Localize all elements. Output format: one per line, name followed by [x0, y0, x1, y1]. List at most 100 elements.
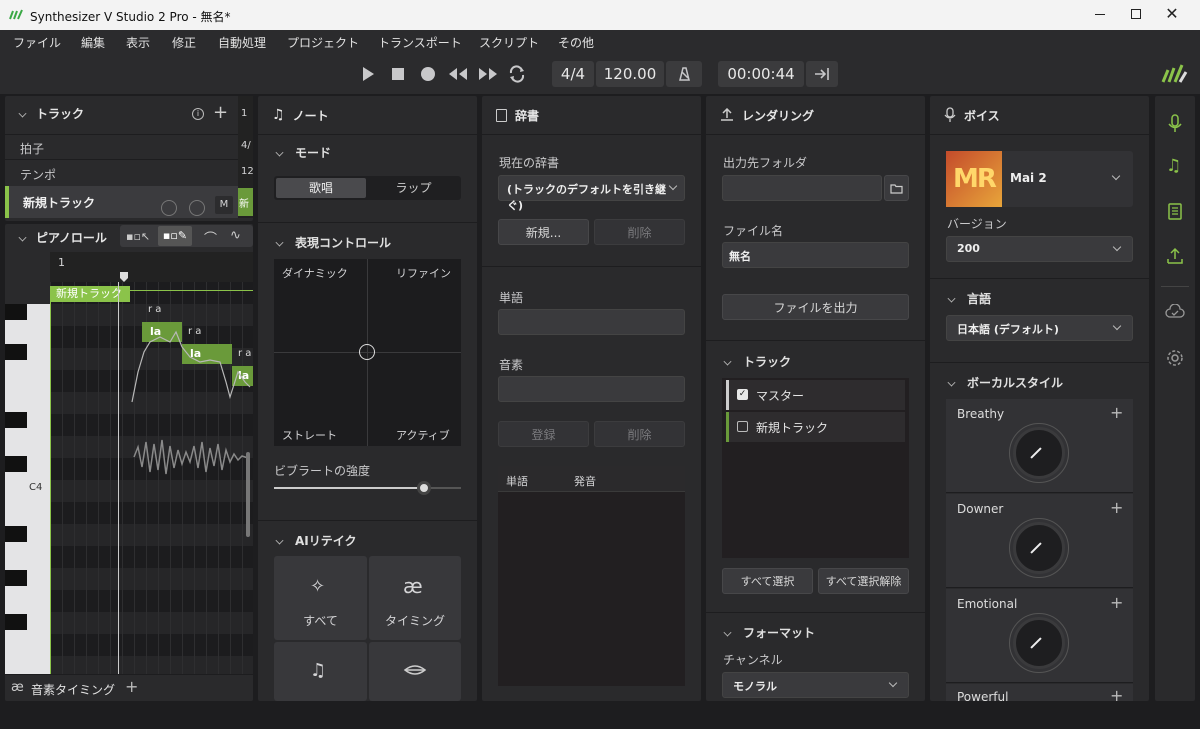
track-row[interactable]: 新規トラック M [5, 186, 253, 218]
mode-sing-button[interactable]: 歌唱 [276, 178, 366, 198]
menu-transport[interactable]: トランスポート [378, 34, 462, 51]
current-dict-select[interactable]: (トラックのデフォルトを引き継ぐ) [498, 175, 685, 212]
retake-all-button[interactable]: ✧ すべて [274, 556, 367, 640]
menu-view[interactable]: 表示 [126, 34, 150, 51]
play-icon[interactable] [360, 65, 376, 83]
microphone-icon[interactable] [1167, 114, 1183, 134]
piano-keyboard[interactable]: C4 [5, 304, 50, 674]
vibrato-slider[interactable] [274, 481, 461, 495]
loop-icon[interactable] [507, 65, 527, 83]
checkbox-checked-icon[interactable]: ✓ [737, 389, 748, 400]
menu-modify[interactable]: 修正 [172, 34, 196, 51]
add-style-icon[interactable]: + [1110, 593, 1123, 612]
expression-section-label: 表現コントロール [295, 236, 392, 250]
mode-rap-button[interactable]: ラップ [368, 178, 459, 198]
render-track-row[interactable]: ✓ マスター [726, 380, 905, 410]
mode-section[interactable]: モード [275, 144, 331, 161]
word-input[interactable] [498, 309, 685, 335]
pen-tool-icon[interactable]: ▪▫✎ [158, 226, 192, 246]
metronome-button[interactable] [666, 61, 702, 87]
menu-script[interactable]: スクリプト [479, 34, 539, 51]
version-select[interactable]: 200 [946, 236, 1133, 262]
menu-file[interactable]: ファイル [13, 34, 61, 51]
format-section[interactable]: フォーマット [723, 624, 815, 641]
retake-section[interactable]: AIリテイク [275, 532, 357, 549]
note-grid[interactable]: 新規トラック r a la r a la r a la [50, 282, 253, 674]
delete-dict-button[interactable]: 削除 [594, 219, 685, 245]
voice-select[interactable]: MR Mai 2 [946, 151, 1133, 207]
delete-word-button[interactable]: 削除 [594, 421, 685, 447]
fast-forward-icon[interactable] [477, 66, 499, 82]
channel-select[interactable]: モノラル [722, 672, 909, 698]
style-knob[interactable] [1013, 427, 1065, 479]
collapse-chevron-icon[interactable] [18, 109, 27, 117]
gear-icon[interactable] [1166, 349, 1184, 367]
language-select[interactable]: 日本語 (デフォルト) [946, 315, 1133, 341]
menu-project[interactable]: プロジェクト [287, 34, 359, 51]
maximize-icon[interactable] [1126, 4, 1146, 24]
expression-section[interactable]: 表現コントロール [275, 234, 392, 251]
close-icon[interactable]: ✕ [1162, 4, 1182, 24]
add-style-icon[interactable]: + [1110, 403, 1123, 422]
style-knob[interactable] [1013, 617, 1065, 669]
menu-edit[interactable]: 編集 [81, 34, 105, 51]
minimize-icon[interactable] [1090, 4, 1110, 24]
phoneme-input[interactable] [498, 376, 685, 402]
add-style-icon[interactable]: + [1110, 686, 1123, 701]
vibrato-slider-thumb[interactable] [416, 481, 431, 495]
upload-icon[interactable] [1167, 247, 1183, 265]
export-file-button[interactable]: ファイルを出力 [722, 294, 909, 320]
vertical-scrollbar[interactable] [246, 452, 250, 537]
deselect-all-button[interactable]: すべて選択解除 [818, 568, 909, 594]
retake-timing-button[interactable]: æ タイミング [369, 556, 461, 640]
add-tab-icon[interactable]: + [125, 677, 138, 696]
menu-auto-process[interactable]: 自動処理 [218, 34, 266, 51]
tempo-display[interactable]: 120.00 [596, 61, 664, 87]
checkbox-unchecked-icon[interactable] [737, 421, 748, 432]
style-name: Powerful [957, 690, 1009, 701]
record-icon[interactable] [419, 65, 437, 83]
mute-button[interactable]: M [215, 196, 233, 214]
select-all-button[interactable]: すべて選択 [722, 568, 813, 594]
menu-other[interactable]: その他 [558, 34, 594, 51]
time-ruler[interactable]: 1 [50, 252, 253, 282]
phoneme-timing-tab[interactable]: 音素タイミング [31, 681, 115, 698]
vocal-style-section[interactable]: ボーカルスタイル [947, 374, 1063, 391]
filename-input[interactable]: 無名 [722, 242, 909, 268]
book-icon[interactable] [1167, 203, 1183, 221]
stop-icon[interactable] [390, 66, 406, 82]
add-style-icon[interactable]: + [1110, 498, 1123, 517]
xy-cursor-handle[interactable] [359, 344, 375, 360]
dictionary-table[interactable]: 単語 発音 [498, 466, 685, 686]
new-dict-button[interactable]: 新規... [498, 219, 589, 245]
app-logo-icon [9, 9, 23, 20]
collapse-chevron-icon[interactable] [18, 233, 27, 241]
rewind-icon[interactable] [447, 66, 469, 82]
select-tool-icon[interactable]: ▪▫↖ [126, 230, 150, 243]
music-note-icon[interactable]: ♫ [1166, 156, 1181, 176]
pan-knob[interactable] [189, 200, 205, 216]
row-tempo: テンポ [20, 168, 57, 182]
playhead-marker-icon[interactable] [120, 272, 128, 282]
info-icon[interactable]: i [192, 108, 204, 120]
time-signature[interactable]: 4/4 [552, 61, 594, 87]
cloud-check-icon[interactable] [1165, 304, 1185, 320]
expression-xy-pad[interactable]: ダイナミック リファイン ストレート アクティブ [274, 259, 461, 446]
language-section[interactable]: 言語 [947, 290, 991, 307]
output-folder-input[interactable] [722, 175, 882, 201]
render-track-section[interactable]: トラック [723, 353, 791, 370]
register-button[interactable]: 登録 [498, 421, 589, 447]
curve-tool-icon[interactable]: ⌒ [204, 228, 217, 247]
browse-folder-button[interactable] [884, 175, 909, 201]
style-knob[interactable] [1013, 522, 1065, 574]
menu-bar: ファイル 編集 表示 修正 自動処理 プロジェクト トランスポート スクリプト … [0, 30, 1200, 54]
phoneme-label: 音素 [499, 358, 524, 372]
retake-tone-button[interactable] [369, 642, 461, 701]
volume-knob[interactable] [161, 200, 177, 216]
add-track-icon[interactable]: + [213, 102, 228, 123]
wave-tool-icon[interactable]: ∿ [230, 228, 241, 243]
render-track-row[interactable]: 新規トラック [726, 412, 905, 442]
jump-to-end-button[interactable] [806, 61, 838, 87]
mini-track-clip[interactable]: 新 [238, 188, 253, 216]
retake-pitch-button[interactable]: ♫ [274, 642, 367, 701]
